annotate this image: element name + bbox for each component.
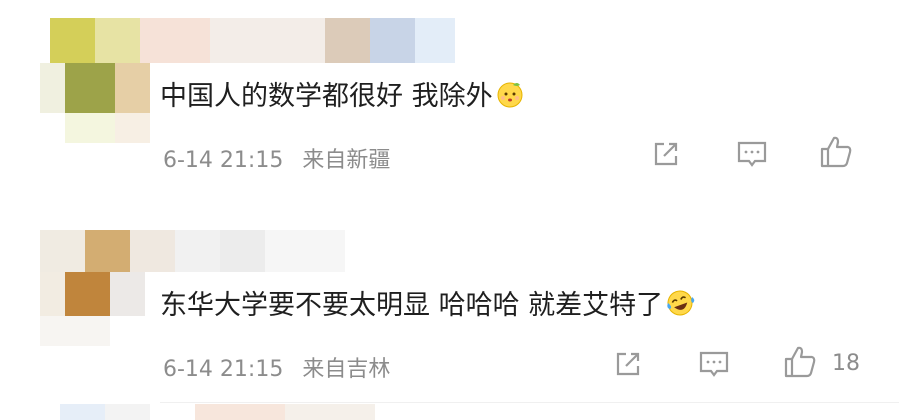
divider <box>160 402 899 403</box>
sweat-smile-emoji <box>495 79 525 109</box>
comment-time: 6-14 21:15 <box>163 148 284 173</box>
comment-list: 中国人的数学都很好 我除外 6-14 21:15 来自新疆 东华大学要不要太明显… <box>0 0 899 420</box>
comment-location: 来自吉林 <box>302 357 391 382</box>
share-icon <box>654 142 678 166</box>
share-button[interactable] <box>646 134 686 174</box>
like-button[interactable] <box>780 342 820 382</box>
share-button[interactable] <box>608 344 648 384</box>
comment-icon <box>737 141 767 167</box>
comment-meta: 6-14 21:15 来自新疆 <box>163 142 390 174</box>
thumbs-up-icon <box>820 136 852 168</box>
like-button[interactable] <box>816 132 856 172</box>
comment-meta: 6-14 21:15 来自吉林 <box>163 351 390 383</box>
comment-body: 中国人的数学都很好 我除外 <box>160 81 493 112</box>
thumbs-up-icon <box>784 346 816 378</box>
like-count: 18 <box>832 351 860 376</box>
comment-text: 东华大学要不要太明显 哈哈哈 就差艾特了 <box>160 283 695 322</box>
reply-button[interactable] <box>732 134 772 174</box>
comment-time: 6-14 21:15 <box>163 357 284 382</box>
reply-button[interactable] <box>694 344 734 384</box>
comment-icon <box>699 351 729 377</box>
blurred-avatar <box>60 404 420 420</box>
comment-body: 东华大学要不要太明显 哈哈哈 就差艾特了 <box>160 290 664 321</box>
share-icon <box>616 352 640 376</box>
comment-location: 来自新疆 <box>302 148 391 173</box>
comment-text: 中国人的数学都很好 我除外 <box>160 74 525 113</box>
laughing-tears-emoji <box>665 288 695 318</box>
